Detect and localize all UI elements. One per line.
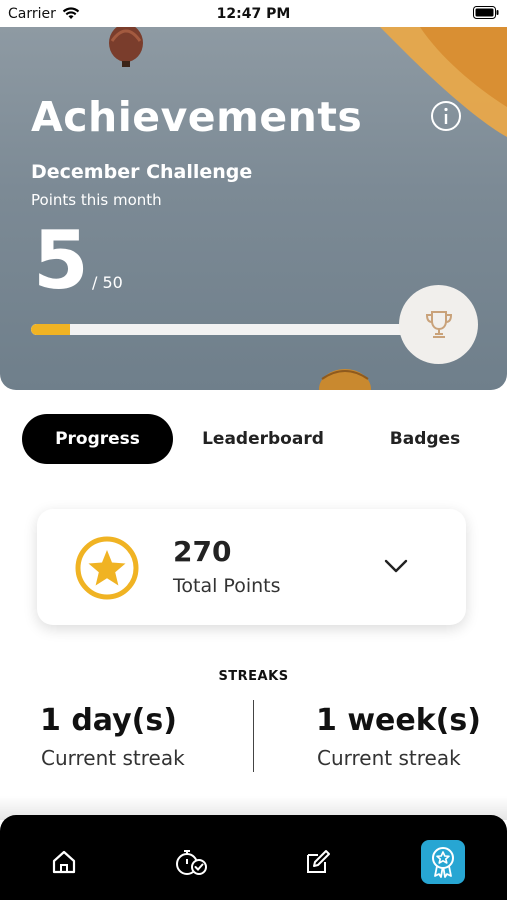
daily-streak-label: Current streak (41, 746, 185, 770)
stopwatch-check-icon (176, 850, 207, 875)
points-month-max: / 50 (92, 273, 123, 292)
battery-icon (473, 6, 499, 19)
points-month-label: Points this month (31, 191, 162, 209)
status-time: 12:47 PM (216, 6, 291, 22)
tab-badges[interactable]: Badges (372, 414, 478, 464)
home-icon (52, 850, 76, 874)
weekly-streak-label: Current streak (317, 746, 461, 770)
total-points-card[interactable]: 270 Total Points (37, 509, 466, 625)
bottom-navigation (0, 815, 507, 900)
trophy-badge (399, 285, 478, 364)
nav-timer[interactable] (169, 840, 213, 884)
info-icon[interactable] (430, 100, 462, 132)
challenge-progress-bar (31, 324, 423, 335)
award-ribbon-icon (432, 847, 454, 878)
page-title: Achievements (31, 93, 363, 141)
weekly-streak-value: 1 week(s) (316, 703, 481, 738)
daily-streak-value: 1 day(s) (40, 703, 177, 738)
nav-home[interactable] (42, 840, 86, 884)
star-icon (75, 536, 139, 600)
total-points-label: Total Points (173, 575, 281, 597)
status-bar: Carrier 12:47 PM (0, 0, 507, 27)
trophy-icon (425, 310, 452, 338)
achievement-tabs: Progress Leaderboard Badges (0, 414, 507, 466)
total-points-value: 270 (173, 535, 232, 568)
tab-progress[interactable]: Progress (22, 414, 173, 464)
points-month-value: 5 (33, 214, 89, 307)
streaks-heading: STREAKS (218, 669, 289, 684)
challenge-name: December Challenge (31, 161, 253, 183)
achievements-header: Achievements December Challenge Points t… (0, 27, 507, 390)
streak-divider (253, 700, 254, 772)
nav-journal[interactable] (296, 840, 340, 884)
challenge-progress-fill (31, 324, 71, 335)
nav-achievements[interactable] (421, 840, 465, 884)
edit-icon (307, 850, 330, 873)
tab-leaderboard[interactable]: Leaderboard (190, 414, 336, 464)
chevron-down-icon[interactable] (382, 555, 410, 577)
